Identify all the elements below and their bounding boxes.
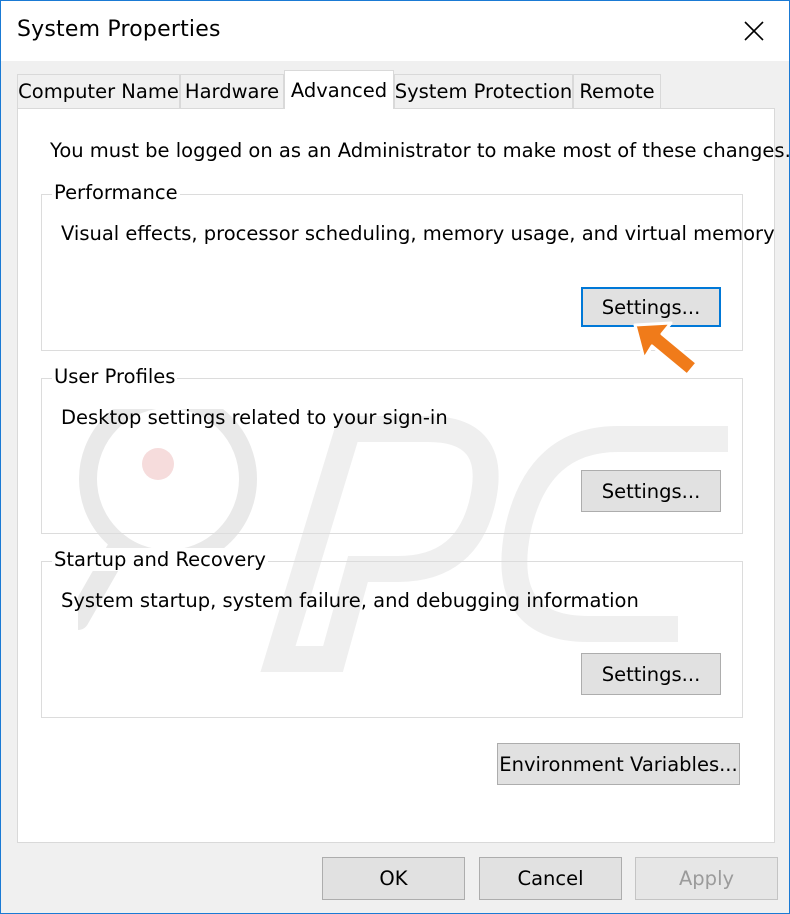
- startup-recovery-settings-button[interactable]: Settings...: [581, 653, 721, 695]
- startup-recovery-title: Startup and Recovery: [52, 548, 268, 571]
- tab-computer-name[interactable]: Computer Name: [17, 74, 180, 108]
- cancel-button[interactable]: Cancel: [479, 857, 622, 900]
- title-bar: System Properties: [1, 1, 789, 61]
- ok-button[interactable]: OK: [322, 857, 465, 900]
- advanced-tab-panel: You must be logged on as an Administrato…: [17, 108, 790, 843]
- pointer-arrow-icon: [633, 321, 699, 377]
- user-profiles-group: User Profiles Desktop settings related t…: [41, 365, 743, 534]
- user-profiles-settings-button[interactable]: Settings...: [581, 470, 721, 512]
- performance-title: Performance: [52, 181, 180, 204]
- administrator-notice: You must be logged on as an Administrato…: [50, 139, 790, 162]
- tab-hardware[interactable]: Hardware: [180, 74, 284, 108]
- tab-advanced[interactable]: Advanced: [284, 70, 394, 109]
- apply-button[interactable]: Apply: [635, 857, 778, 900]
- close-button[interactable]: [719, 1, 789, 61]
- startup-recovery-description: System startup, system failure, and debu…: [61, 589, 639, 612]
- environment-variables-button[interactable]: Environment Variables...: [497, 743, 740, 785]
- system-properties-window: System Properties Computer Name Hardware…: [0, 0, 790, 914]
- performance-description: Visual effects, processor scheduling, me…: [61, 222, 775, 245]
- tab-remote[interactable]: Remote: [573, 74, 661, 108]
- close-icon: [744, 21, 764, 41]
- user-profiles-description: Desktop settings related to your sign-in: [61, 406, 448, 429]
- tab-system-protection[interactable]: System Protection: [394, 74, 573, 108]
- window-title: System Properties: [17, 17, 221, 42]
- user-profiles-title: User Profiles: [52, 365, 178, 388]
- startup-recovery-group: Startup and Recovery System startup, sys…: [41, 548, 743, 718]
